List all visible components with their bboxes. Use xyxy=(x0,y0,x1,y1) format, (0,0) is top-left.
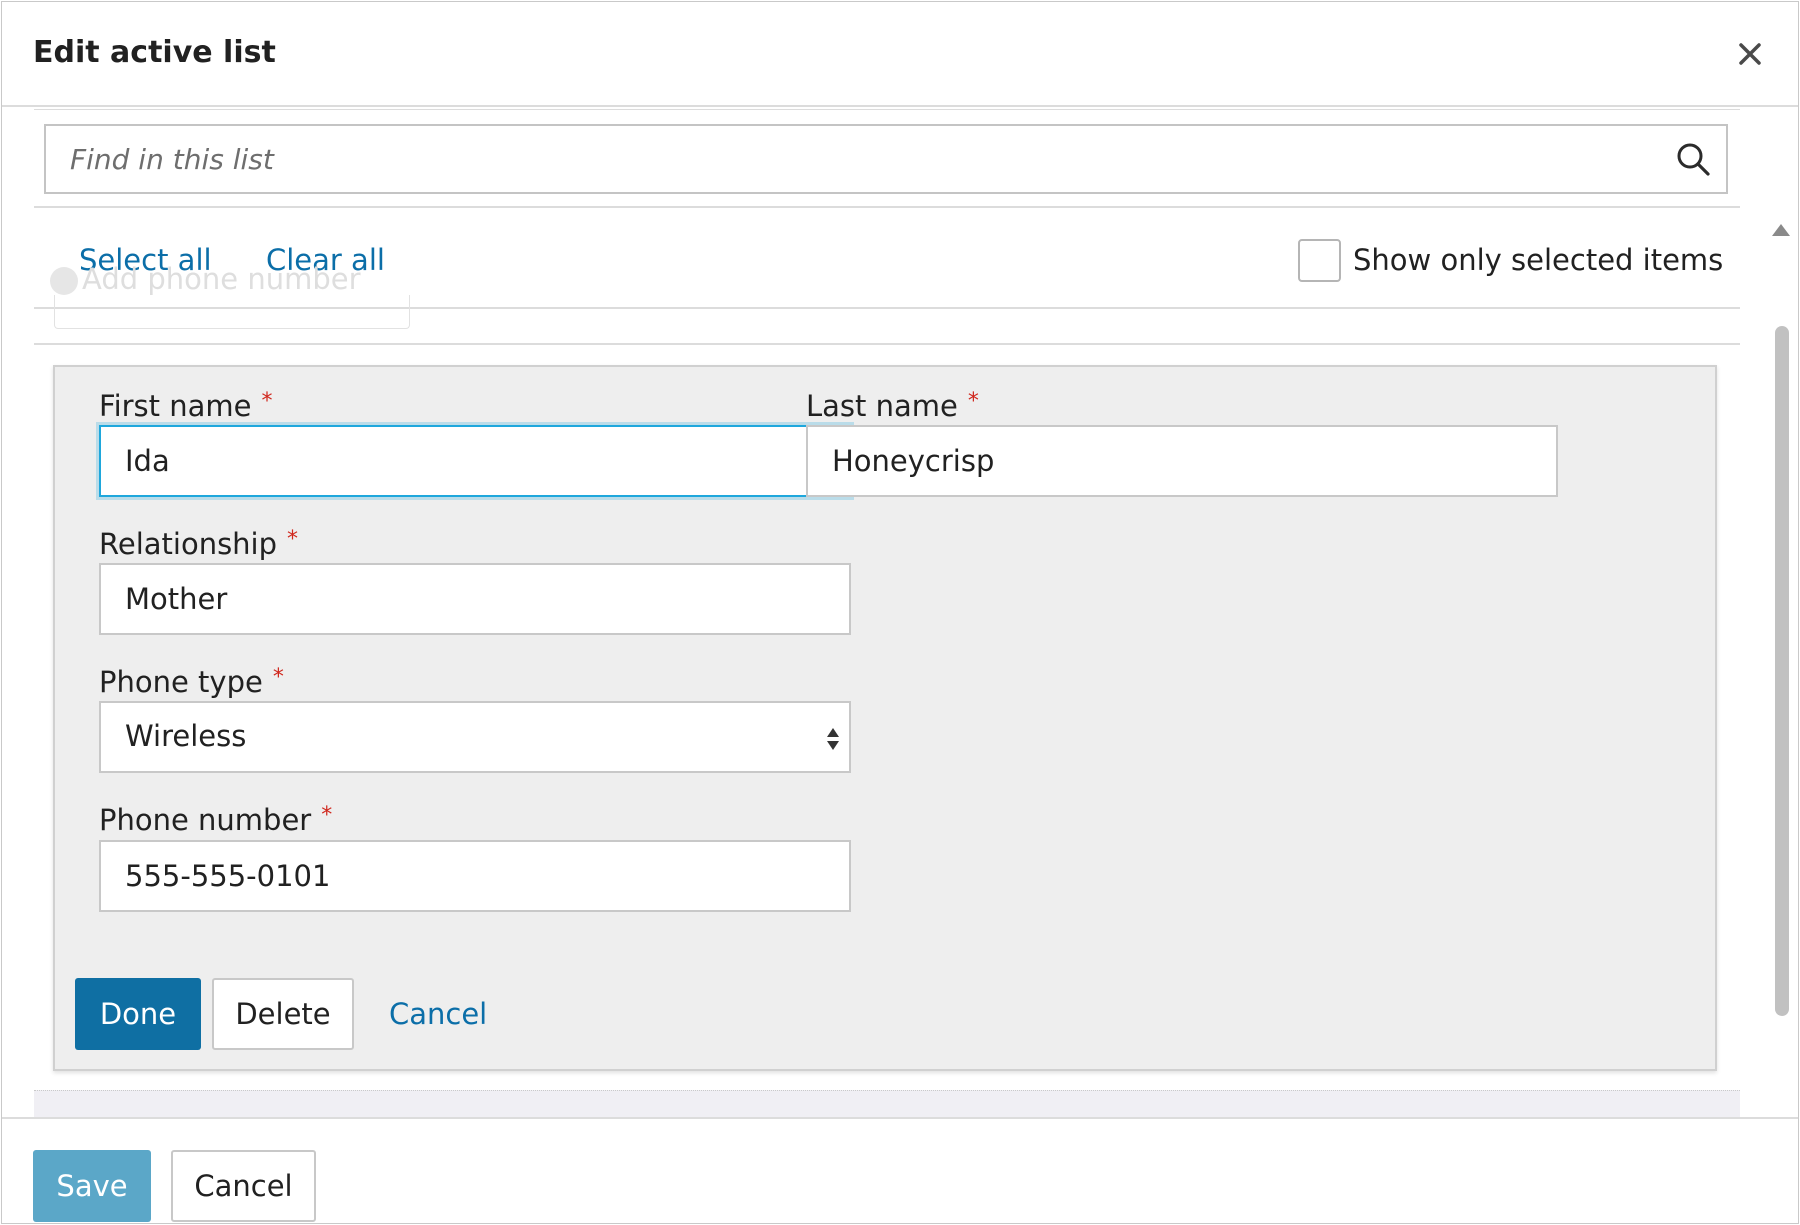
required-marker: * xyxy=(967,389,979,414)
dialog-header: Edit active list xyxy=(2,2,1798,107)
phone-type-value: Wireless xyxy=(125,719,247,753)
first-name-field xyxy=(99,425,851,497)
show-only-selected-checkbox[interactable] xyxy=(1298,238,1341,282)
last-name-label-text: Last name xyxy=(806,389,958,423)
search-section xyxy=(34,109,1740,208)
delete-button[interactable]: Delete xyxy=(212,978,354,1050)
sort-arrows-icon xyxy=(827,728,839,750)
plus-icon xyxy=(50,267,78,295)
required-marker: * xyxy=(321,803,333,828)
show-only-selected-toggle[interactable]: Show only selected items xyxy=(1298,238,1723,282)
search-input[interactable] xyxy=(46,126,1646,192)
save-button[interactable]: Save xyxy=(33,1150,151,1222)
add-phone-number-button-edge xyxy=(54,295,410,329)
search-box xyxy=(44,124,1728,194)
first-name-label-text: First name xyxy=(99,389,252,423)
phone-number-input[interactable] xyxy=(101,842,849,910)
required-marker: * xyxy=(261,389,273,414)
last-name-field xyxy=(806,425,1558,497)
dialog-title: Edit active list xyxy=(33,35,276,70)
relationship-label-text: Relationship xyxy=(99,527,278,561)
required-marker: * xyxy=(287,527,299,552)
list-content: Select all Clear all Show only selected … xyxy=(34,109,1740,1117)
scrollbar-thumb[interactable] xyxy=(1775,326,1789,1016)
last-name-input[interactable] xyxy=(808,427,1556,495)
edit-active-list-dialog: Edit active list Select all Cl xyxy=(1,1,1799,1224)
phone-number-label: Phone number * xyxy=(99,803,332,837)
phone-type-label: Phone type * xyxy=(99,665,284,699)
last-name-label: Last name * xyxy=(806,389,979,423)
phone-type-select[interactable]: Wireless xyxy=(99,701,851,773)
first-name-input[interactable] xyxy=(101,427,849,495)
scroll-up-arrow-icon[interactable] xyxy=(1772,224,1790,236)
relationship-label: Relationship * xyxy=(99,527,298,561)
phone-number-field xyxy=(99,840,851,912)
close-icon xyxy=(1739,43,1761,65)
dialog-body: Select all Clear all Show only selected … xyxy=(2,109,1798,1117)
phone-type-label-text: Phone type xyxy=(99,665,263,699)
relationship-field xyxy=(99,563,851,635)
footer-cancel-button[interactable]: Cancel xyxy=(171,1150,316,1222)
show-only-selected-label: Show only selected items xyxy=(1353,243,1724,277)
hidden-add-row: Add phone number xyxy=(34,262,1740,345)
card-cancel-link[interactable]: Cancel xyxy=(389,997,487,1031)
next-list-row xyxy=(34,1090,1740,1117)
first-name-label: First name * xyxy=(99,389,273,423)
vertical-scrollbar[interactable] xyxy=(1762,216,1798,1117)
dialog-footer: Save Cancel xyxy=(2,1117,1798,1223)
close-button[interactable] xyxy=(1728,32,1772,76)
phone-number-label-text: Phone number xyxy=(99,803,312,837)
done-button[interactable]: Done xyxy=(75,978,201,1050)
add-phone-number-ghost: Add phone number xyxy=(82,262,361,296)
contact-edit-card: First name * Last name * Relationship * xyxy=(53,365,1717,1071)
search-icon[interactable] xyxy=(1674,140,1712,178)
relationship-input[interactable] xyxy=(101,565,849,633)
required-marker: * xyxy=(272,665,284,690)
